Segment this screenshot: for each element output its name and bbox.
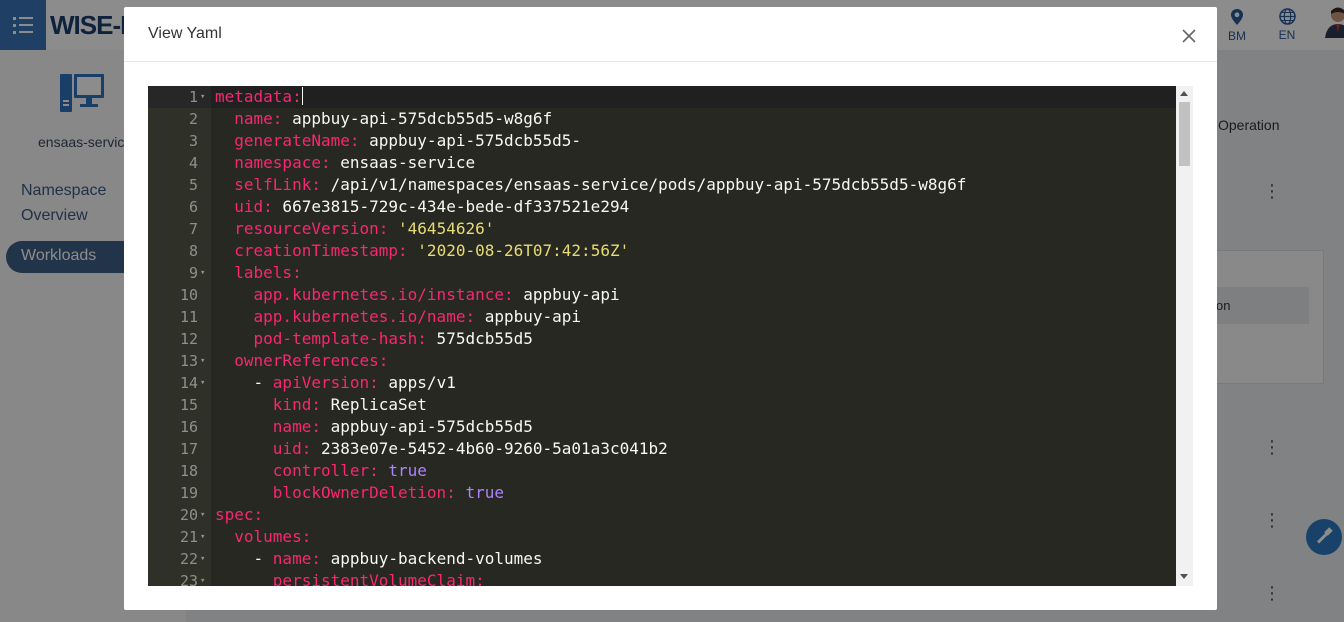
line-number: 12 xyxy=(179,330,198,348)
text-cursor xyxy=(301,87,303,105)
code-line[interactable]: 11 app.kubernetes.io/name: appbuy-api xyxy=(148,306,1176,328)
fold-toggle-icon[interactable]: ▾ xyxy=(200,570,205,586)
code-line[interactable]: 14 ▾ - apiVersion: apps/v1 xyxy=(148,372,1176,394)
line-number: 11 xyxy=(179,308,198,326)
code-text: ownerReferences: xyxy=(234,351,389,370)
code-line[interactable]: 13 ▾ ownerReferences: xyxy=(148,350,1176,372)
code-text: labels: xyxy=(234,263,302,282)
scroll-thumb[interactable] xyxy=(1179,102,1190,166)
code-text: kind: ReplicaSet xyxy=(272,395,427,414)
line-number: 1 xyxy=(188,88,198,106)
code-line[interactable]: 20 ▾ spec: xyxy=(148,504,1176,526)
code-text: persistentVolumeClaim: xyxy=(272,571,485,586)
line-number: 17 xyxy=(179,440,198,458)
code-text: - name: appbuy-backend-volumes xyxy=(215,549,543,568)
code-text: generateName: appbuy-api-575dcb55d5- xyxy=(234,131,582,150)
line-number: 10 xyxy=(179,286,198,304)
code-text: resourceVersion: '46454626' xyxy=(234,219,495,238)
code-line[interactable]: 5 selfLink: /api/v1/namespaces/ensaas-se… xyxy=(148,174,1176,196)
code-line[interactable]: 2 name: appbuy-api-575dcb55d5-w8g6f xyxy=(148,108,1176,130)
line-number: 23 xyxy=(179,572,198,586)
code-line[interactable]: 8 creationTimestamp: '2020-08-26T07:42:5… xyxy=(148,240,1176,262)
line-number: 4 xyxy=(188,154,198,172)
fold-toggle-icon[interactable]: ▾ xyxy=(200,86,205,108)
fold-toggle-icon[interactable]: ▾ xyxy=(200,262,205,284)
line-number: 7 xyxy=(188,220,198,238)
code-text: pod-template-hash: 575dcb55d5 xyxy=(253,329,533,348)
modal-divider xyxy=(124,61,1217,62)
code-line[interactable]: 3 generateName: appbuy-api-575dcb55d5- xyxy=(148,130,1176,152)
code-line[interactable]: 17 uid: 2383e07e-5452-4b60-9260-5a01a3c0… xyxy=(148,438,1176,460)
line-number: 21 xyxy=(179,528,198,546)
line-number: 8 xyxy=(188,242,198,260)
fold-toggle-icon[interactable]: ▾ xyxy=(200,350,205,372)
code-text: metadata: xyxy=(215,87,303,106)
line-number: 5 xyxy=(188,176,198,194)
line-number: 19 xyxy=(179,484,198,502)
code-line[interactable]: 12 pod-template-hash: 575dcb55d5 xyxy=(148,328,1176,350)
fold-toggle-icon[interactable]: ▾ xyxy=(200,526,205,548)
fold-toggle-icon[interactable]: ▾ xyxy=(200,372,205,394)
scroll-down-arrow-icon[interactable] xyxy=(1180,574,1188,579)
line-number: 22 xyxy=(179,550,198,568)
code-text: blockOwnerDeletion: true xyxy=(272,483,504,502)
fold-toggle-icon[interactable]: ▾ xyxy=(200,548,205,570)
code-line[interactable]: 16 name: appbuy-api-575dcb55d5 xyxy=(148,416,1176,438)
code-line[interactable]: 19 blockOwnerDeletion: true xyxy=(148,482,1176,504)
close-icon[interactable] xyxy=(1178,25,1200,47)
code-line[interactable]: 22 ▾ - name: appbuy-backend-volumes xyxy=(148,548,1176,570)
line-number: 6 xyxy=(188,198,198,216)
code-text: uid: 667e3815-729c-434e-bede-df337521e29… xyxy=(234,197,630,216)
line-number: 16 xyxy=(179,418,198,436)
line-number: 20 xyxy=(179,506,198,524)
code-text: name: appbuy-api-575dcb55d5-w8g6f xyxy=(234,109,553,128)
code-line[interactable]: 18 controller: true xyxy=(148,460,1176,482)
code-text: creationTimestamp: '2020-08-26T07:42:56Z… xyxy=(234,241,630,260)
line-number: 9 xyxy=(188,264,198,282)
code-line[interactable]: 1 ▾ metadata: xyxy=(148,86,1176,108)
scroll-up-arrow-icon[interactable] xyxy=(1180,91,1188,96)
line-number: 18 xyxy=(179,462,198,480)
code-text: controller: true xyxy=(272,461,427,480)
code-line[interactable]: 6 uid: 667e3815-729c-434e-bede-df337521e… xyxy=(148,196,1176,218)
code-text: app.kubernetes.io/name: appbuy-api xyxy=(253,307,582,326)
code-text: - apiVersion: apps/v1 xyxy=(215,373,456,392)
code-line[interactable]: 15 kind: ReplicaSet xyxy=(148,394,1176,416)
code-line[interactable]: 21 ▾ volumes: xyxy=(148,526,1176,548)
modal-title: View Yaml xyxy=(148,25,222,42)
code-text: uid: 2383e07e-5452-4b60-9260-5a01a3c041b… xyxy=(272,439,668,458)
line-number: 15 xyxy=(179,396,198,414)
code-text: selfLink: /api/v1/namespaces/ensaas-serv… xyxy=(234,175,967,194)
editor-scrollbar[interactable] xyxy=(1176,86,1193,586)
code-text: volumes: xyxy=(234,527,312,546)
code-text: app.kubernetes.io/instance: appbuy-api xyxy=(253,285,620,304)
code-line[interactable]: 23 ▾ persistentVolumeClaim: xyxy=(148,570,1176,586)
line-number: 2 xyxy=(188,110,198,128)
code-text: name: appbuy-api-575dcb55d5 xyxy=(272,417,533,436)
fold-toggle-icon[interactable]: ▾ xyxy=(200,504,205,526)
code-text: spec: xyxy=(215,505,264,524)
code-text: namespace: ensaas-service xyxy=(234,153,476,172)
view-yaml-modal: View Yaml 1 ▾ metadata: 2 name: appbuy-api-… xyxy=(124,7,1217,610)
line-number: 3 xyxy=(188,132,198,150)
line-number: 14 xyxy=(179,374,198,392)
code-line[interactable]: 10 app.kubernetes.io/instance: appbuy-ap… xyxy=(148,284,1176,306)
code-line[interactable]: 9 ▾ labels: xyxy=(148,262,1176,284)
code-line[interactable]: 4 namespace: ensaas-service xyxy=(148,152,1176,174)
line-number: 13 xyxy=(179,352,198,370)
code-line[interactable]: 7 resourceVersion: '46454626' xyxy=(148,218,1176,240)
yaml-code-editor[interactable]: 1 ▾ metadata: 2 name: appbuy-api-575dcb55d5… xyxy=(148,86,1193,586)
